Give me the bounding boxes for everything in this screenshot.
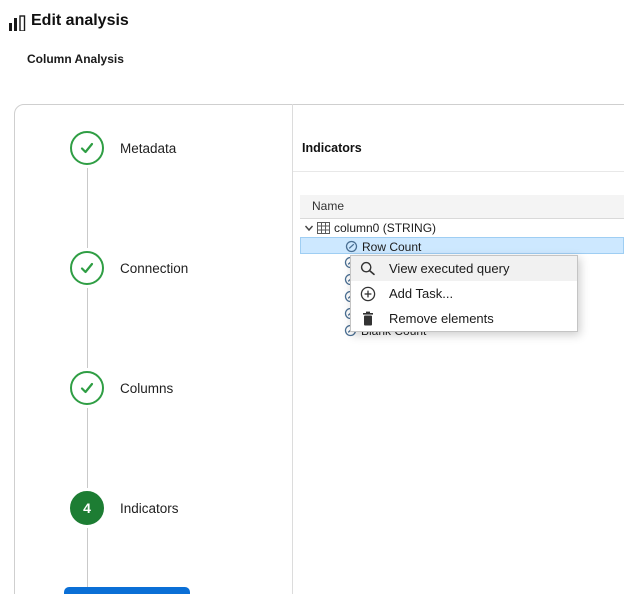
tree-row-label: Row Count bbox=[362, 240, 421, 254]
indicators-panel-title: Indicators bbox=[302, 141, 362, 155]
menu-item-label: View executed query bbox=[389, 261, 509, 276]
menu-item-label: Add Task... bbox=[389, 286, 453, 301]
bar-chart-icon bbox=[9, 15, 27, 31]
step-label: Metadata bbox=[120, 141, 176, 156]
step-label: Connection bbox=[120, 261, 188, 276]
step-connector bbox=[87, 408, 88, 488]
check-circle-icon bbox=[70, 131, 104, 165]
step-connector bbox=[87, 168, 88, 248]
step-label: Columns bbox=[120, 381, 173, 396]
magnifier-icon bbox=[359, 260, 377, 278]
chevron-down-icon[interactable] bbox=[303, 222, 315, 234]
menu-item-label: Remove elements bbox=[389, 311, 494, 326]
step-number-badge: 4 bbox=[70, 491, 104, 525]
context-menu: View executed query Add Task... Remove e… bbox=[350, 255, 578, 332]
table-grid-icon bbox=[317, 222, 330, 234]
tree-row-label: column0 (STRING) bbox=[334, 221, 436, 235]
step-metadata[interactable]: Metadata bbox=[70, 131, 176, 165]
menu-item-remove-elements[interactable]: Remove elements bbox=[351, 306, 577, 331]
tree-row-row-count[interactable]: Row Count bbox=[300, 237, 624, 254]
menu-item-add-task[interactable]: Add Task... bbox=[351, 281, 577, 306]
section-divider bbox=[293, 171, 624, 172]
page-title: Edit analysis bbox=[31, 12, 129, 30]
check-circle-icon bbox=[70, 371, 104, 405]
section-title: Column Analysis bbox=[27, 52, 124, 66]
check-circle-icon bbox=[70, 251, 104, 285]
bottom-blue-bar[interactable] bbox=[64, 587, 190, 594]
tree-row-column0[interactable]: column0 (STRING) bbox=[300, 219, 624, 237]
step-connector bbox=[87, 288, 88, 368]
add-circle-icon bbox=[359, 285, 377, 303]
step-label: Indicators bbox=[120, 501, 179, 516]
step-connector bbox=[87, 528, 88, 594]
step-columns[interactable]: Columns bbox=[70, 371, 173, 405]
panel-divider bbox=[292, 104, 293, 594]
step-connection[interactable]: Connection bbox=[70, 251, 188, 285]
indicator-circle-icon bbox=[345, 240, 358, 253]
step-indicators[interactable]: 4 Indicators bbox=[70, 491, 179, 525]
menu-item-view-executed-query[interactable]: View executed query bbox=[351, 256, 577, 281]
screen: Edit analysis Column Analysis Metadata C… bbox=[0, 0, 624, 594]
column-header-name[interactable]: Name bbox=[300, 195, 624, 219]
trash-icon bbox=[359, 310, 377, 328]
